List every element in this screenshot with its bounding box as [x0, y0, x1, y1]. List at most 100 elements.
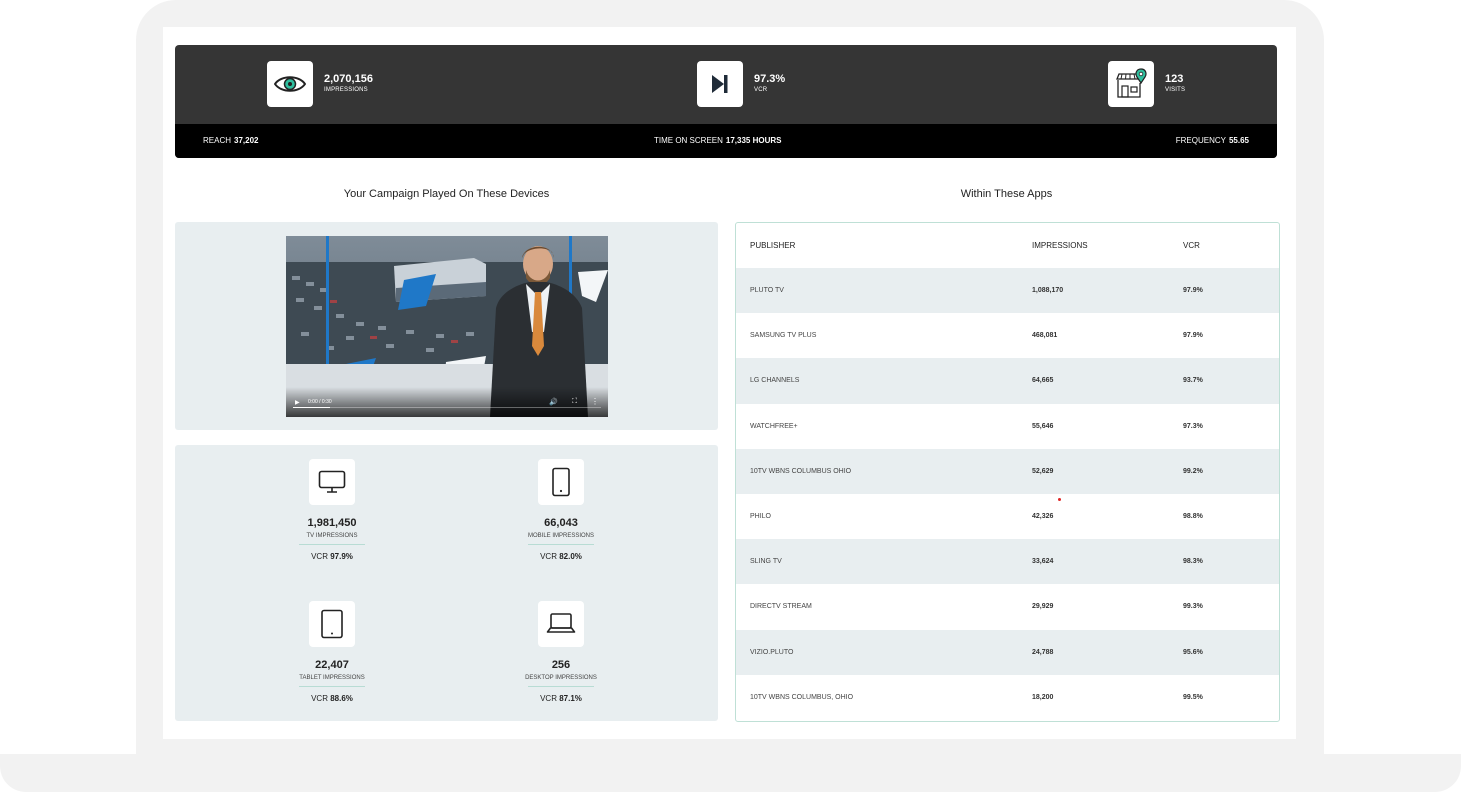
time-on-screen-stat: TIME ON SCREEN 17,335 HOURS	[654, 136, 782, 146]
table-header: PUBLISHER IMPRESSIONS VCR	[736, 223, 1279, 268]
tv-impressions-label: TV IMPRESSIONS	[306, 533, 358, 539]
reach-value: 37,202	[234, 136, 259, 145]
table-row: PHILO 42,326 98.8%	[736, 494, 1279, 539]
campaign-video-player[interactable]: ▶ 0:00 / 0:30 🔊 ⛶ ⋮	[286, 236, 608, 417]
vcr-cell: 93.7%	[1183, 377, 1203, 385]
impressions-cell: 64,665	[1032, 377, 1054, 385]
vcr-cell: 98.8%	[1183, 513, 1203, 521]
vcr-cell: 99.2%	[1183, 467, 1203, 475]
desktop-impressions-value: 256	[551, 659, 571, 671]
vcr-cell: 97.9%	[1183, 332, 1203, 340]
publisher-cell: DIRECTV STREAM	[750, 603, 812, 611]
header-publisher: PUBLISHER	[750, 241, 796, 250]
mobile-vcr: VCR 82.0%	[461, 552, 661, 562]
publisher-cell: VIZIO.PLUTO	[750, 648, 794, 656]
table-row: LG CHANNELS 64,665 93.7%	[736, 358, 1279, 404]
vcr-cell: 97.3%	[1183, 422, 1203, 430]
tv-impressions-value: 1,981,450	[307, 517, 357, 529]
vcr-cell: 99.5%	[1183, 693, 1203, 701]
video-progress-bar[interactable]	[293, 407, 601, 408]
desktop-vcr-value: 87.1%	[559, 694, 582, 703]
frequency-value: 55.65	[1228, 136, 1249, 145]
devices-panel: 1,981,450 TV IMPRESSIONS VCR 97.9% 66,04…	[175, 445, 718, 721]
divider	[528, 686, 594, 687]
impressions-label: IMPRESSIONS	[324, 87, 368, 93]
table-row: 10TV WBNS COLUMBUS OHIO 52,629 99.2%	[736, 448, 1279, 494]
divider	[528, 544, 594, 545]
device-tv: 1,981,450 TV IMPRESSIONS VCR 97.9%	[232, 459, 432, 562]
mobile-icon	[538, 459, 584, 505]
impressions-cell: 55,646	[1032, 422, 1054, 430]
desktop-vcr: VCR 87.1%	[461, 694, 661, 704]
publisher-cell: LG CHANNELS	[750, 377, 800, 385]
impressions-cell: 29,929	[1032, 603, 1054, 611]
tv-vcr: VCR 97.9%	[232, 552, 432, 562]
tablet-impressions-value: 22,407	[315, 659, 349, 671]
publisher-cell: WATCHFREE+	[750, 422, 798, 430]
stat-visits: 123 VISITS	[1108, 61, 1185, 107]
impressions-cell: 42,326	[1032, 513, 1054, 521]
publisher-cell: 10TV WBNS COLUMBUS OHIO	[750, 467, 852, 475]
laptop-base	[0, 754, 1461, 792]
video-panel: ▶ 0:00 / 0:30 🔊 ⛶ ⋮	[175, 222, 718, 430]
apps-section-title: Within These Apps	[960, 188, 1053, 200]
impressions-cell: 33,624	[1032, 558, 1054, 566]
video-controls: ▶ 0:00 / 0:30 🔊 ⛶ ⋮	[286, 387, 608, 417]
vcr-cell: 95.6%	[1183, 648, 1203, 656]
frequency-label: FREQUENCY	[1175, 136, 1226, 145]
header-impressions: IMPRESSIONS	[1032, 241, 1088, 250]
devices-section-title: Your Campaign Played On These Devices	[343, 188, 550, 200]
publisher-cell: SLING TV	[750, 558, 782, 566]
tablet-icon	[309, 601, 355, 647]
tablet-vcr-value: 88.6%	[330, 694, 353, 703]
stats-subbar: REACH 37,202 TIME ON SCREEN 17,335 HOURS F…	[175, 124, 1277, 158]
tv-vcr-value: 97.9%	[330, 552, 353, 561]
publisher-cell: PLUTO TV	[750, 287, 784, 295]
vcr-cell: 99.3%	[1183, 603, 1203, 611]
store-location-icon	[1108, 61, 1154, 107]
publisher-cell: SAMSUNG TV PLUS	[750, 332, 817, 340]
publishers-table: PUBLISHER IMPRESSIONS VCR PLUTO TV 1,088…	[735, 222, 1280, 722]
table-row: PLUTO TV 1,088,170 97.9%	[736, 268, 1279, 314]
reach-label: REACH	[203, 136, 232, 145]
impressions-value: 2,070,156	[324, 73, 373, 85]
mobile-vcr-value: 82.0%	[559, 552, 582, 561]
publisher-cell: 10TV WBNS COLUMBUS, OHIO	[750, 693, 854, 701]
vcr-label: VCR	[754, 87, 768, 93]
play-skip-icon	[697, 61, 743, 107]
desktop-impressions-label: DESKTOP IMPRESSIONS	[525, 675, 597, 681]
video-time: 0:00 / 0:30	[308, 399, 332, 405]
visits-value: 123	[1165, 73, 1184, 85]
impressions-cell: 52,629	[1032, 467, 1054, 475]
laptop-icon	[538, 601, 584, 647]
fullscreen-icon[interactable]: ⛶	[572, 398, 577, 406]
vcr-value: 97.3%	[754, 73, 786, 85]
tv-vcr-label: VCR	[311, 552, 328, 561]
divider	[299, 544, 365, 545]
desktop-vcr-label: VCR	[540, 694, 557, 703]
more-options-icon[interactable]: ⋮	[591, 397, 599, 406]
table-row: 10TV WBNS COLUMBUS, OHIO 18,200 99.5%	[736, 675, 1279, 720]
divider	[299, 686, 365, 687]
mobile-impressions-value: 66,043	[544, 517, 578, 529]
reach-stat: REACH 37,202	[203, 136, 258, 146]
frequency-stat: FREQUENCY 55.65	[1176, 136, 1249, 146]
visits-label: VISITS	[1165, 87, 1186, 93]
tablet-vcr: VCR 88.6%	[232, 694, 432, 704]
header-vcr: VCR	[1183, 241, 1200, 250]
impressions-cell: 18,200	[1032, 693, 1054, 701]
table-row: VIZIO.PLUTO 24,788 95.6%	[736, 629, 1279, 675]
video-progress-fill	[293, 407, 330, 408]
impressions-cell: 24,788	[1032, 648, 1054, 656]
play-icon[interactable]: ▶	[295, 399, 300, 406]
impressions-cell: 1,088,170	[1032, 287, 1064, 295]
mobile-impressions-label: MOBILE IMPRESSIONS	[527, 533, 594, 539]
table-row: WATCHFREE+ 55,646 97.3%	[736, 404, 1279, 449]
mobile-vcr-label: VCR	[540, 552, 557, 561]
tablet-vcr-label: VCR	[311, 694, 328, 703]
tablet-impressions-label: TABLET IMPRESSIONS	[299, 675, 365, 681]
volume-icon[interactable]: 🔊	[549, 398, 558, 406]
publisher-cell: PHILO	[750, 513, 772, 521]
impressions-cell: 468,081	[1032, 332, 1058, 340]
eye-icon	[267, 61, 313, 107]
